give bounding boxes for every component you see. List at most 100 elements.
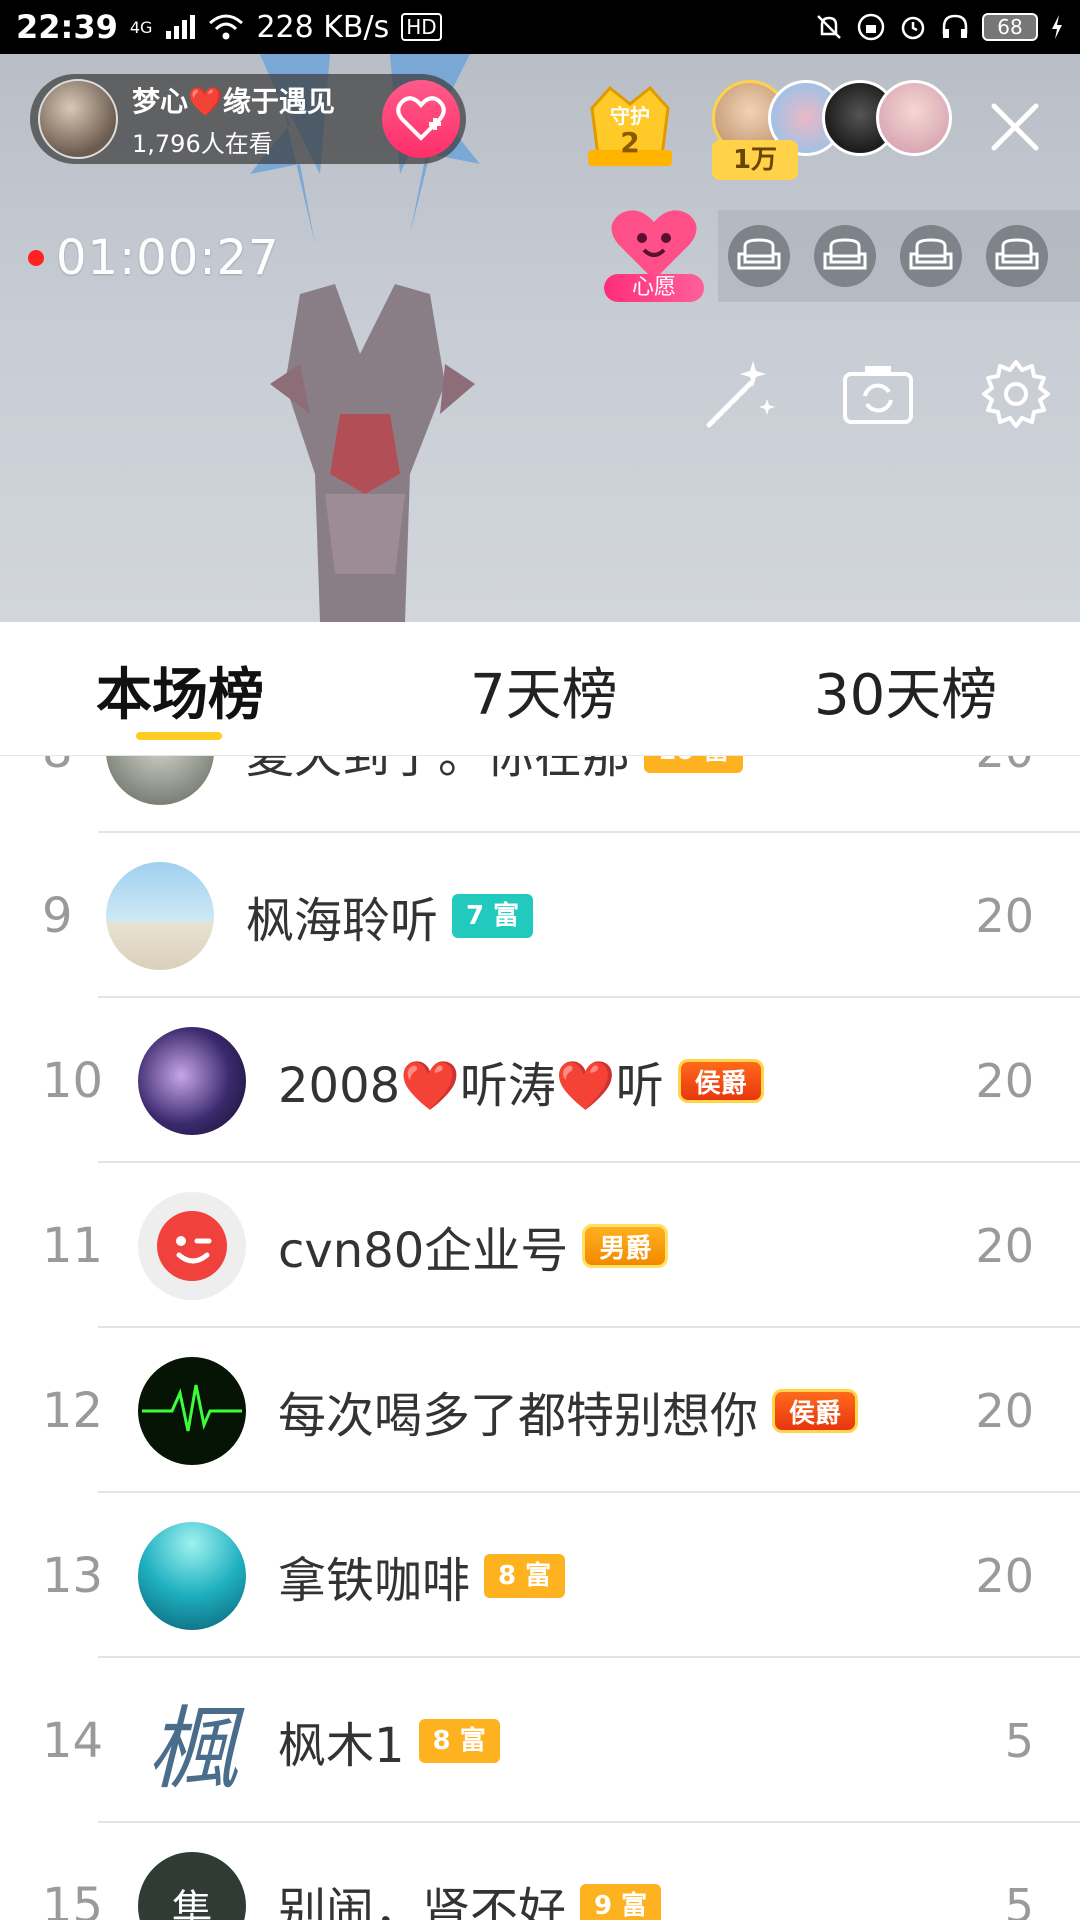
status-right: 68 bbox=[814, 12, 1064, 42]
wealth-badge: 9 富 bbox=[580, 1883, 662, 1920]
magic-wand-icon bbox=[706, 361, 775, 428]
audience-count: 1万 bbox=[712, 140, 798, 180]
user-name: 夏天到了。你在那 bbox=[246, 756, 630, 786]
charging-icon bbox=[1052, 15, 1062, 39]
wish-badge[interactable]: 心愿 bbox=[604, 204, 704, 306]
user-name-wrap: 每次喝多了都特别想你 侯爵 bbox=[278, 1376, 859, 1446]
contribution-score: 20 bbox=[975, 756, 1034, 778]
user-avatar[interactable] bbox=[138, 1356, 246, 1465]
status-bar: 22:39 4G 228 KB/s HD 68 bbox=[0, 0, 1080, 54]
live-video[interactable]: 梦心❤️缘于遇见 1,796人在看 守护 2 1万 01:00:27 心愿 bbox=[0, 54, 1080, 622]
guard-label: 守护 bbox=[610, 104, 650, 128]
settings-button[interactable] bbox=[976, 354, 1056, 434]
guard-badge[interactable]: 守护 2 bbox=[582, 78, 678, 174]
contribution-score: 20 bbox=[975, 1548, 1034, 1603]
heartbeat-icon bbox=[142, 1384, 242, 1431]
user-name-wrap: 夏天到了。你在那 10 富 bbox=[246, 756, 744, 786]
wifi-icon bbox=[209, 14, 244, 40]
guard-count: 2 bbox=[620, 126, 640, 159]
status-time: 22:39 bbox=[16, 8, 118, 46]
ranking-list[interactable]: 8 夏天到了。你在那 10 富 20 9 枫海聆听 7 富 20 10 2008… bbox=[0, 756, 1080, 1920]
tab-current-session[interactable]: 本场榜 bbox=[96, 650, 264, 731]
avatar-glyph: 楓 bbox=[147, 1696, 237, 1795]
contribution-score: 20 bbox=[975, 1053, 1034, 1108]
user-name-wrap: 别闹，肾不好 9 富 bbox=[278, 1871, 662, 1920]
contribution-score: 5 bbox=[1004, 1713, 1034, 1768]
live-timer: 01:00:27 bbox=[28, 230, 280, 286]
audience-avatars[interactable]: 1万 bbox=[712, 80, 952, 180]
contribution-score: 20 bbox=[975, 888, 1034, 943]
user-avatar[interactable] bbox=[106, 756, 214, 805]
contribution-score: 20 bbox=[975, 1383, 1034, 1438]
close-icon bbox=[991, 103, 1039, 151]
user-name: 枫木1 bbox=[278, 1717, 405, 1774]
headphones-icon bbox=[942, 14, 968, 38]
sofa-seat[interactable] bbox=[986, 225, 1048, 287]
user-name: 每次喝多了都特别想你 bbox=[278, 1387, 759, 1444]
seat-bar bbox=[718, 210, 1080, 302]
heart-plus-icon bbox=[396, 96, 446, 141]
status-left: 22:39 4G 228 KB/s HD bbox=[16, 8, 442, 46]
wealth-badge: 7 富 bbox=[452, 893, 534, 938]
recording-dot bbox=[28, 250, 44, 266]
sofa-seat[interactable] bbox=[900, 225, 962, 287]
host-info-pill[interactable]: 梦心❤️缘于遇见 1,796人在看 bbox=[30, 74, 466, 164]
tab-7-day[interactable]: 7天榜 bbox=[470, 650, 618, 731]
beauty-button[interactable] bbox=[700, 354, 780, 434]
user-avatar[interactable]: 隼 bbox=[138, 1851, 246, 1920]
ranking-row[interactable]: 12 每次喝多了都特别想你 侯爵 20 bbox=[0, 1328, 1080, 1493]
user-name: 拿铁咖啡 bbox=[278, 1552, 471, 1609]
ranking-row[interactable]: 13 拿铁咖啡 8 富 20 bbox=[0, 1493, 1080, 1658]
user-name: 别闹，肾不好 bbox=[278, 1882, 567, 1920]
user-name: 枫海聆听 bbox=[246, 892, 439, 949]
signal-icon bbox=[166, 15, 196, 39]
tab-30-day[interactable]: 30天榜 bbox=[814, 650, 997, 731]
host-avatar[interactable] bbox=[38, 79, 118, 159]
mute-bell-icon bbox=[817, 15, 841, 39]
sofa-icon bbox=[995, 238, 1039, 270]
wealth-badge: 8 富 bbox=[418, 1718, 500, 1763]
noble-badge: 侯爵 bbox=[772, 1388, 859, 1433]
ranking-row[interactable]: 15 隼 别闹，肾不好 9 富 5 bbox=[0, 1823, 1080, 1920]
rank-number: 9 bbox=[42, 887, 73, 944]
ranking-row[interactable]: 10 2008❤️听涛❤️听 侯爵 20 bbox=[0, 998, 1080, 1163]
network-speed: 228 KB/s bbox=[256, 9, 390, 45]
user-avatar[interactable] bbox=[138, 1191, 246, 1300]
user-name-wrap: 拿铁咖啡 8 富 bbox=[278, 1541, 566, 1611]
ranking-row[interactable]: 11 cvn80企业号 男爵 20 bbox=[0, 1163, 1080, 1328]
user-name-wrap: 枫木1 8 富 bbox=[278, 1706, 500, 1776]
sofa-seat[interactable] bbox=[814, 225, 876, 287]
close-button[interactable] bbox=[982, 94, 1048, 160]
rank-number: 8 bbox=[42, 756, 73, 779]
rank-number: 10 bbox=[42, 1052, 104, 1109]
contribution-score: 20 bbox=[975, 1218, 1034, 1273]
sofa-icon bbox=[737, 238, 781, 270]
camera-tools bbox=[700, 354, 1060, 434]
sofa-icon bbox=[823, 238, 867, 270]
sofa-seat[interactable] bbox=[728, 225, 790, 287]
noble-badge: 男爵 bbox=[582, 1223, 669, 1268]
wealth-badge: 8 富 bbox=[484, 1553, 566, 1598]
camera-switch-icon bbox=[843, 366, 913, 424]
ranking-row[interactable]: 9 枫海聆听 7 富 20 bbox=[0, 833, 1080, 998]
ranking-row[interactable]: 8 夏天到了。你在那 10 富 20 bbox=[0, 756, 1080, 833]
viewer-count: 1,796人在看 bbox=[132, 129, 273, 158]
user-avatar[interactable]: 楓 bbox=[138, 1686, 246, 1795]
contribution-score: 5 bbox=[1004, 1878, 1034, 1920]
gear-icon bbox=[982, 360, 1050, 428]
user-name-wrap: 枫海聆听 7 富 bbox=[246, 881, 534, 951]
user-name-wrap: cvn80企业号 男爵 bbox=[278, 1211, 669, 1281]
lock-rotation-icon bbox=[857, 13, 885, 41]
user-avatar[interactable] bbox=[138, 1026, 246, 1135]
user-avatar[interactable] bbox=[106, 861, 214, 970]
network-label: 4G bbox=[129, 17, 153, 37]
rank-number: 11 bbox=[42, 1217, 104, 1274]
audience-avatar[interactable] bbox=[876, 80, 952, 156]
active-tab-indicator bbox=[136, 732, 222, 740]
switch-camera-button[interactable] bbox=[838, 354, 918, 434]
host-name: 梦心❤️缘于遇见 bbox=[132, 84, 335, 118]
host-info: 梦心❤️缘于遇见 1,796人在看 bbox=[132, 80, 335, 159]
user-avatar[interactable] bbox=[138, 1521, 246, 1630]
ranking-row[interactable]: 14 楓 枫木1 8 富 5 bbox=[0, 1658, 1080, 1823]
follow-button[interactable] bbox=[382, 80, 460, 158]
